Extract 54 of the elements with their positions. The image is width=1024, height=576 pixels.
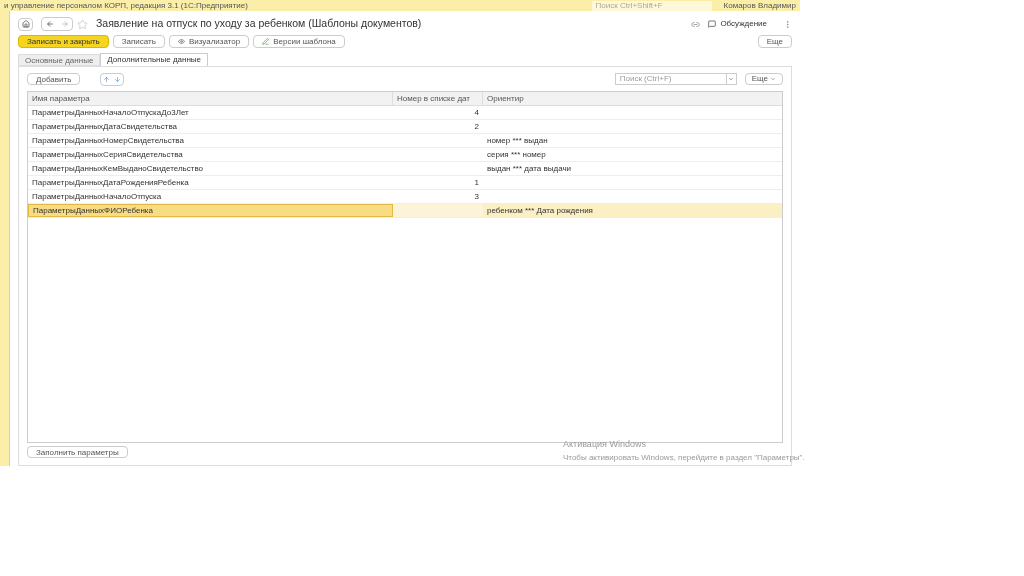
- versions-button[interactable]: Версии шаблона: [253, 35, 345, 48]
- global-search-field[interactable]: Поиск Ctrl+Shift+F: [591, 0, 712, 11]
- table-cell-text: ПараметрыДанныхДатаРожденияРебенка: [31, 176, 190, 189]
- link-icon[interactable]: [691, 19, 701, 29]
- table-cell-text: ПараметрыДанныхНачалоОтпускаДо3Лет: [31, 106, 190, 119]
- table-cell-text: 3: [473, 190, 480, 203]
- app-title: и управление персоналом КОРП, редакция 3.1 (1С:Предприятие): [4, 1, 248, 10]
- table-cell-text: серия *** номер: [486, 148, 547, 161]
- caret-icon: [770, 76, 776, 82]
- table-more-button[interactable]: Еще: [744, 73, 783, 85]
- column-header[interactable]: Ориентир: [483, 92, 782, 105]
- table-cell-text: выдан *** дата выдачи: [486, 162, 573, 175]
- table-cell-text: ПараметрыДанныхНачалоОтпуска: [31, 190, 163, 203]
- table-cell-text: ПараметрыДанныхНомерСвидетельства: [31, 134, 185, 147]
- form-title: Заявление на отпуск по уходу за ребенком (Шаблоны документов): [96, 16, 422, 32]
- add-button[interactable]: Добавить: [27, 73, 81, 85]
- discussion-button[interactable]: Обсуждение: [708, 18, 767, 30]
- more-button[interactable]: Еще: [757, 35, 792, 48]
- table-row[interactable]: ПараметрыДанныхДатаРожденияРебенка 1: [28, 176, 782, 190]
- table-search-field[interactable]: Поиск (Ctrl+F): [614, 73, 727, 85]
- tab[interactable]: Дополнительные данные: [100, 53, 209, 66]
- eye-icon: [177, 38, 185, 45]
- table-cell-text: ребенком *** Дата рождения: [486, 204, 594, 217]
- table-cell-text: 1: [473, 176, 480, 189]
- column-header[interactable]: Номер в списке дат: [393, 92, 483, 105]
- table-cell-text: ПараметрыДанныхКемВыданоСвидетельство: [31, 162, 204, 175]
- table-cell-text: 2: [473, 120, 480, 133]
- fill-parameters-button[interactable]: Заполнить параметры: [27, 446, 128, 458]
- back-arrow-icon: [45, 20, 54, 28]
- forward-arrow-icon: [60, 20, 69, 28]
- pen-icon: [262, 38, 270, 45]
- table-cell: ПараметрыДанныхФИОРебенка: [28, 204, 393, 217]
- activation-text: Чтобы активировать Windows, перейдите в раздел "Параметры".: [563, 451, 805, 464]
- table-cell-text: 4: [473, 106, 480, 119]
- user-name: Комаров Владимир: [723, 1, 796, 10]
- activation-title: Активация Windows: [563, 438, 647, 451]
- column-header[interactable]: Имя параметра: [28, 92, 393, 105]
- home-icon: [21, 20, 30, 28]
- tab[interactable]: Основные данные: [18, 54, 101, 66]
- caret-icon: [728, 76, 735, 82]
- visualizer-button[interactable]: Визуализатор: [168, 35, 250, 48]
- table-cell-text: ПараметрыДанныхСерияСвидетельства: [31, 148, 184, 161]
- down-arrow-icon: [114, 75, 122, 83]
- save-button[interactable]: Записать: [112, 35, 165, 48]
- save-close-button[interactable]: Записать и закрыть: [18, 35, 109, 48]
- table-cell-text: ПараметрыДанныхДатаСвидетельства: [31, 120, 179, 133]
- table-cell-text: номер *** выдан: [486, 134, 549, 147]
- more-icon[interactable]: [783, 19, 792, 29]
- chat-icon: [708, 20, 717, 28]
- up-arrow-icon: [103, 75, 111, 83]
- favorite-star-icon[interactable]: [77, 18, 88, 30]
- table-row[interactable]: ПараметрыДанныхФИОРебенка ребенком *** Дата рождения: [28, 204, 782, 218]
- search-dropdown-button[interactable]: [726, 73, 737, 85]
- home-button[interactable]: [18, 17, 33, 31]
